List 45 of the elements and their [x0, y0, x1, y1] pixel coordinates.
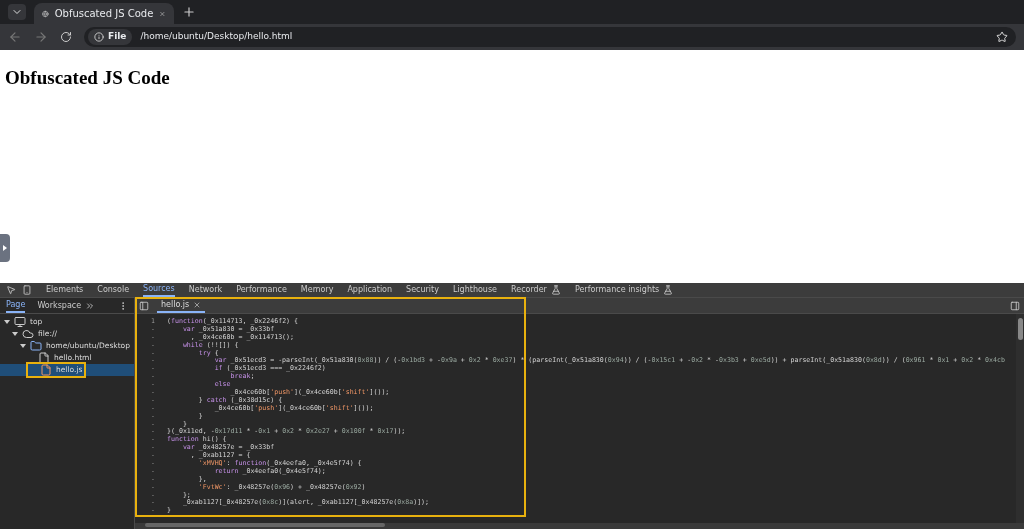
devtools-tab[interactable]: Elements: [46, 283, 84, 297]
frame-icon: [14, 316, 26, 328]
url-text: /home/ubuntu/Desktop/hello.html: [140, 30, 294, 44]
toggle-navigator-icon[interactable]: [139, 300, 149, 311]
tab-title: Obfuscated JS Code: [54, 7, 154, 21]
file-tab[interactable]: hello.js: [157, 298, 206, 313]
devtools-tab[interactable]: Security: [406, 283, 439, 297]
browser-tab[interactable]: Obfuscated JS Code: [34, 3, 174, 24]
devtools-tab[interactable]: Application: [347, 283, 393, 297]
devtools-tab[interactable]: Recorder: [511, 283, 561, 297]
scrollbar[interactable]: [1016, 314, 1024, 523]
horizontal-scrollbar[interactable]: [145, 523, 385, 527]
file-icon: [40, 364, 52, 376]
address-bar[interactable]: File /home/ubuntu/Desktop/hello.html: [84, 27, 1016, 47]
devtools-tab[interactable]: Network: [188, 283, 223, 297]
drawer-handle[interactable]: [0, 234, 10, 262]
site-info-chip[interactable]: File: [88, 29, 133, 45]
reload-icon[interactable]: [60, 31, 72, 43]
devtools-tab[interactable]: Performance insights: [574, 283, 674, 297]
back-icon[interactable]: [8, 30, 22, 44]
inspect-icon[interactable]: [6, 285, 16, 295]
new-tab-icon[interactable]: [182, 5, 196, 19]
devtools-tab[interactable]: Sources: [143, 283, 175, 297]
expand-arrow-icon[interactable]: [20, 344, 26, 348]
devtools-tab[interactable]: Console: [97, 283, 130, 297]
expand-arrow-icon[interactable]: [12, 332, 18, 336]
devtools-tab[interactable]: Memory: [300, 283, 334, 297]
toggle-debugger-icon[interactable]: [1010, 300, 1020, 311]
devtools-tab[interactable]: Lighthouse: [452, 283, 498, 297]
tab-search-button[interactable]: [8, 4, 26, 20]
expand-arrow-icon[interactable]: [4, 320, 10, 324]
folder-icon: [30, 340, 42, 352]
bookmark-star-icon[interactable]: [996, 31, 1008, 43]
navigator-tab[interactable]: Workspace: [37, 298, 82, 313]
more-tabs-icon[interactable]: [85, 300, 96, 311]
file-icon: [38, 352, 50, 364]
info-icon: [94, 32, 104, 42]
cloud-icon: [22, 328, 34, 340]
forward-icon[interactable]: [34, 30, 48, 44]
navigator-tab[interactable]: Page: [6, 298, 26, 313]
scheme-label: File: [108, 30, 127, 44]
close-icon[interactable]: [193, 300, 202, 309]
device-toolbar-icon[interactable]: [22, 285, 32, 295]
page-heading: Obfuscated JS Code: [4, 66, 171, 90]
devtools-tab[interactable]: Performance: [236, 283, 287, 297]
